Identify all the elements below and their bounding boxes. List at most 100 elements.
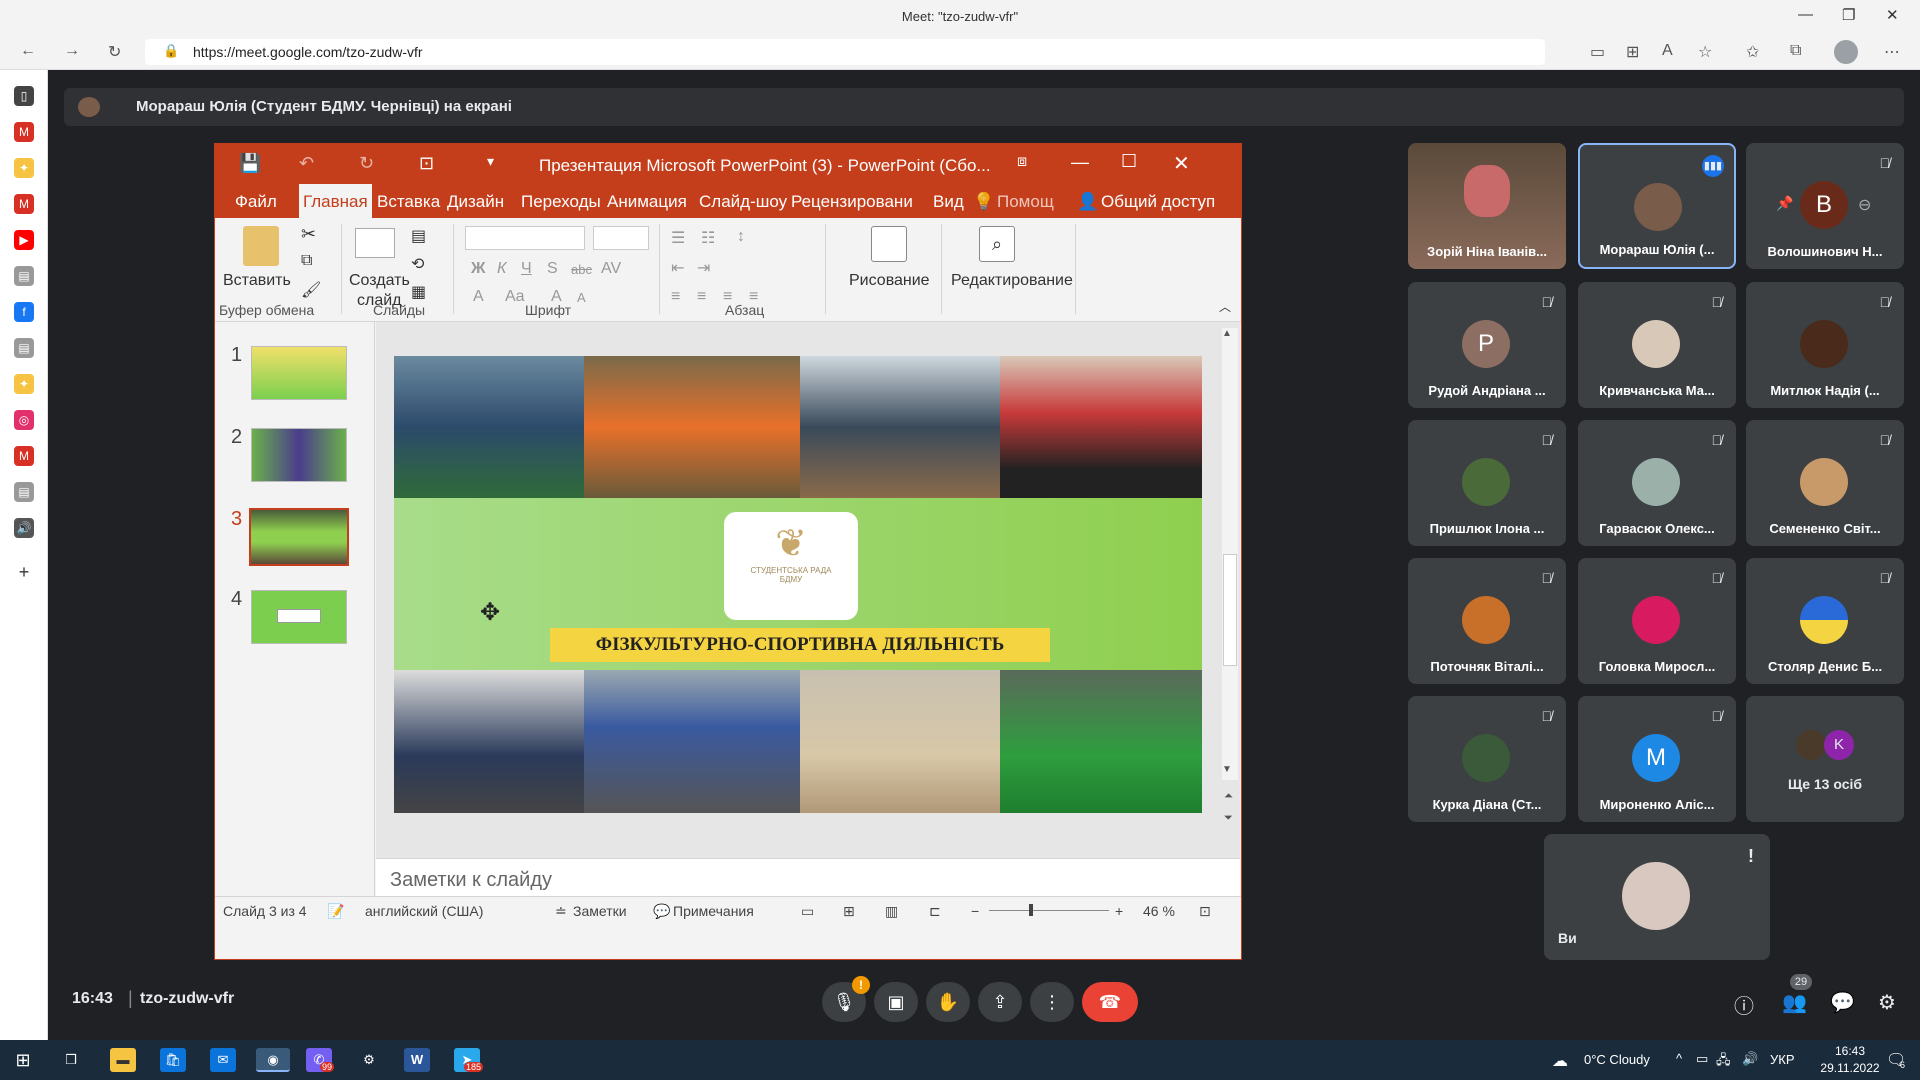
shadow-button[interactable]: S — [547, 260, 558, 278]
refresh-icon[interactable]: ↻ — [108, 42, 121, 62]
reset-icon[interactable]: ⟲ — [411, 254, 424, 274]
participant-tile[interactable]: 🎙̸ M Мироненко Аліс... — [1578, 696, 1736, 822]
clock-date[interactable]: 29.11.2022 — [1814, 1061, 1886, 1075]
align-center-icon[interactable]: ≡ — [697, 288, 706, 306]
align-left-icon[interactable]: ≡ — [671, 288, 680, 306]
network-icon[interactable]: 🖧 — [1716, 1051, 1731, 1073]
redo-icon[interactable]: ↻ — [359, 153, 374, 174]
participant-tile[interactable]: 🎙̸ Пришлюк Ілона ... — [1408, 420, 1566, 546]
menu-share[interactable]: Общий доступ — [1101, 192, 1215, 212]
apps-icon[interactable]: ⊞ — [1626, 42, 1639, 62]
restore-icon[interactable]: ❐ — [1842, 6, 1855, 24]
current-slide[interactable]: ❦ СТУДЕНТСЬКА РАДА БДМУ ФІЗКУЛЬТУРНО-СПО… — [394, 356, 1202, 813]
undo-icon[interactable]: ↶ — [299, 153, 314, 174]
participant-tile[interactable]: 🎙̸ Курка Діана (Ст... — [1408, 696, 1566, 822]
input-language[interactable]: УКР — [1770, 1052, 1795, 1067]
facebook-icon[interactable]: f — [14, 302, 34, 322]
youtube-icon[interactable]: ▶ — [14, 230, 34, 250]
participant-tile[interactable]: 🎙̸ Головка Миросл... — [1578, 558, 1736, 684]
people-icon[interactable]: 👥 — [1782, 990, 1807, 1015]
participant-tile[interactable]: 🎙̸ 📌 В ⊖ Волошинович Н... — [1746, 143, 1904, 269]
notes-toggle[interactable]: Заметки — [573, 903, 627, 919]
extension-icon[interactable]: ✦ — [14, 158, 34, 178]
cut-icon[interactable]: ✂ — [301, 224, 316, 245]
spellcheck-icon[interactable]: 📝 — [327, 903, 344, 920]
scroll-up-icon[interactable]: ▲ — [1222, 328, 1232, 339]
font-color-button[interactable]: A — [473, 288, 484, 306]
self-tile[interactable]: ! Ви — [1544, 834, 1770, 960]
self-alert-icon[interactable]: ! — [1748, 846, 1754, 867]
slide-scrollbar[interactable]: ▲ ▼ — [1222, 328, 1238, 780]
zoom-in-icon[interactable]: + — [1115, 903, 1123, 919]
profile-avatar[interactable] — [1834, 40, 1858, 64]
notes-icon[interactable]: ≐ — [555, 903, 567, 920]
prev-slide-icon[interactable]: ⏶ — [1224, 790, 1233, 803]
slide-thumbnail-4[interactable] — [251, 590, 347, 644]
gmail-icon-2[interactable]: M — [14, 194, 34, 214]
decrease-indent-icon[interactable]: ⇤ — [671, 258, 684, 278]
ppt-minimize-icon[interactable]: — — [1071, 152, 1089, 173]
participant-tile[interactable]: 🎙̸ Столяр Денис Б... — [1746, 558, 1904, 684]
notes-pane[interactable]: Заметки к слайду — [376, 858, 1240, 896]
camera-button[interactable]: ▣ — [874, 982, 918, 1022]
find-icon[interactable]: ⌕ — [979, 226, 1015, 262]
weather-text[interactable]: 0°C Cloudy — [1584, 1052, 1650, 1067]
clock-time[interactable]: 16:43 — [1820, 1044, 1880, 1058]
url-field[interactable]: 🔒 https://meet.google.com/tzo-zudw-vfr — [145, 39, 1545, 65]
slide-thumbnail-3[interactable] — [249, 508, 349, 566]
bullets-icon[interactable]: ☰ — [671, 228, 685, 248]
fit-slide-icon[interactable]: ⊡ — [1199, 903, 1211, 920]
favorite-icon[interactable]: ☆ — [1698, 42, 1712, 62]
more-participants-tile[interactable]: K Ще 13 осіб — [1746, 696, 1904, 822]
extension-icon-2[interactable]: ✦ — [14, 374, 34, 394]
paste-button[interactable]: Вставить — [223, 272, 291, 290]
menu-animations[interactable]: Анимация — [607, 192, 687, 212]
page-icon[interactable]: ▤ — [14, 266, 34, 286]
minimize-icon[interactable]: — — [1798, 6, 1813, 23]
scroll-thumb[interactable] — [1223, 554, 1237, 666]
participant-tile[interactable]: 🎙̸ Кривчанська Ма... — [1578, 282, 1736, 408]
zoom-slider[interactable] — [989, 910, 1109, 911]
zoom-slider-thumb[interactable] — [1029, 904, 1033, 916]
slide-thumbnail-1[interactable] — [251, 346, 347, 400]
menu-view[interactable]: Вид — [933, 192, 964, 212]
menu-home[interactable]: Главная — [299, 184, 372, 218]
reading-view-icon[interactable]: ▥ — [885, 903, 898, 920]
ppt-close-icon[interactable]: ✕ — [1173, 151, 1190, 176]
pin-icon[interactable]: 📌 — [1776, 195, 1793, 212]
participant-tile[interactable]: 🎙̸ Гарвасюк Олекс... — [1578, 420, 1736, 546]
menu-slideshow[interactable]: Слайд-шоу — [699, 192, 787, 212]
clipboard-paste-icon[interactable] — [243, 226, 279, 266]
remove-icon[interactable]: ⊖ — [1858, 195, 1871, 215]
copy-icon[interactable]: ⧉ — [301, 252, 312, 270]
lock-icon[interactable]: 🔒 — [163, 43, 179, 59]
edge-browser-icon[interactable]: ◉ — [256, 1048, 290, 1072]
settings-icon[interactable]: ⚙ — [356, 1048, 382, 1072]
gmail-icon[interactable]: M — [14, 122, 34, 142]
editing-button[interactable]: Редактирование — [951, 272, 1073, 290]
zoom-out-icon[interactable]: − — [971, 903, 979, 919]
participant-tile[interactable]: 🎙̸ P Рудой Андріана ... — [1408, 282, 1566, 408]
layout-icon[interactable]: ▤ — [411, 226, 426, 246]
new-slide-label-1[interactable]: Создать — [349, 272, 410, 290]
end-call-button[interactable]: ☎ — [1082, 982, 1138, 1022]
more-options-button[interactable]: ⋮ — [1030, 982, 1074, 1022]
ribbon-display-icon[interactable]: ⧈ — [1017, 153, 1027, 171]
italic-button[interactable]: К — [497, 260, 506, 278]
comments-icon[interactable]: 💬 — [653, 903, 670, 920]
menu-dots-icon[interactable]: ⋯ — [1884, 42, 1900, 62]
language-indicator[interactable]: английский (США) — [365, 903, 483, 919]
tablet-icon[interactable]: ▭ — [1696, 1051, 1708, 1067]
close-icon[interactable]: ✕ — [1886, 6, 1899, 24]
cast-icon[interactable]: ▭ — [1590, 42, 1605, 62]
drawing-shapes-icon[interactable] — [871, 226, 907, 262]
gmail-icon-3[interactable]: M — [14, 446, 34, 466]
ppt-maximize-icon[interactable]: ☐ — [1121, 151, 1137, 172]
format-painter-icon[interactable]: 🖌 — [301, 280, 321, 300]
collapse-ribbon-icon[interactable]: ︿ — [1219, 298, 1231, 315]
raise-hand-button[interactable]: ✋ — [926, 982, 970, 1022]
menu-help[interactable]: Помощ — [997, 192, 1054, 212]
info-icon[interactable]: ⓘ — [1734, 990, 1754, 1019]
zoom-level[interactable]: 46 % — [1143, 903, 1175, 919]
quick-access-dropdown-icon[interactable]: ▾ — [487, 153, 494, 170]
